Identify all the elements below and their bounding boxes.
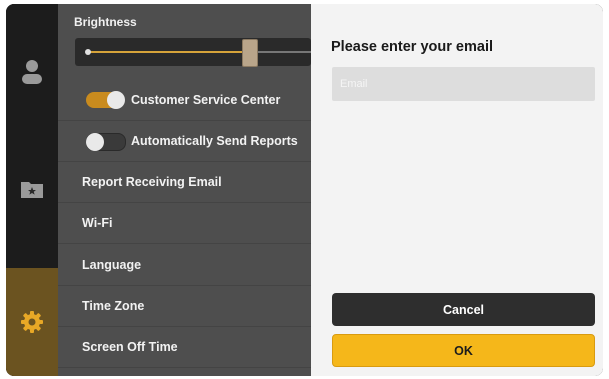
toggle-thumb bbox=[107, 91, 125, 109]
slider-handle[interactable] bbox=[241, 39, 258, 67]
setting-time-zone[interactable]: Time Zone bbox=[58, 286, 311, 327]
brightness-label: Brightness bbox=[74, 15, 137, 29]
folder-star-icon bbox=[21, 182, 43, 198]
setting-wifi[interactable]: Wi-Fi bbox=[58, 203, 311, 244]
setting-label: Wi-Fi bbox=[82, 216, 113, 230]
settings-list: Brightness Customer Service Center Autom… bbox=[58, 4, 311, 376]
setting-label: Report Receiving Email bbox=[82, 175, 222, 189]
setting-report-receiving-email[interactable]: Report Receiving Email bbox=[58, 162, 311, 203]
setting-language[interactable]: Language bbox=[58, 245, 311, 286]
ok-button[interactable]: OK bbox=[332, 334, 595, 367]
auto-send-reports-toggle[interactable] bbox=[86, 133, 126, 151]
gear-icon bbox=[21, 311, 43, 333]
user-icon bbox=[22, 60, 42, 84]
setting-label: Screen Off Time bbox=[82, 340, 178, 354]
sidebar bbox=[6, 4, 58, 376]
slider-fill bbox=[89, 51, 249, 53]
setting-screen-off-time[interactable]: Screen Off Time bbox=[58, 327, 311, 368]
customer-service-toggle[interactable] bbox=[86, 91, 125, 109]
slider-min-dot bbox=[85, 49, 91, 55]
cancel-button[interactable]: Cancel bbox=[332, 293, 595, 326]
sidebar-item-settings[interactable] bbox=[6, 268, 58, 376]
setting-auto-send-reports[interactable]: Automatically Send Reports bbox=[58, 121, 311, 162]
brightness-slider[interactable] bbox=[75, 38, 311, 67]
toggle-thumb bbox=[86, 133, 104, 151]
sidebar-item-account[interactable] bbox=[6, 52, 58, 92]
setting-label: Time Zone bbox=[82, 299, 145, 313]
setting-customer-service-center[interactable]: Customer Service Center bbox=[58, 80, 311, 121]
email-input[interactable] bbox=[332, 67, 595, 101]
setting-label: Language bbox=[82, 258, 142, 272]
dialog-title: Please enter your email bbox=[331, 39, 493, 55]
email-dialog: Please enter your email Cancel OK bbox=[311, 4, 603, 376]
tablet-screen: Brightness Customer Service Center Autom… bbox=[6, 4, 603, 376]
sidebar-item-files[interactable] bbox=[6, 169, 58, 209]
